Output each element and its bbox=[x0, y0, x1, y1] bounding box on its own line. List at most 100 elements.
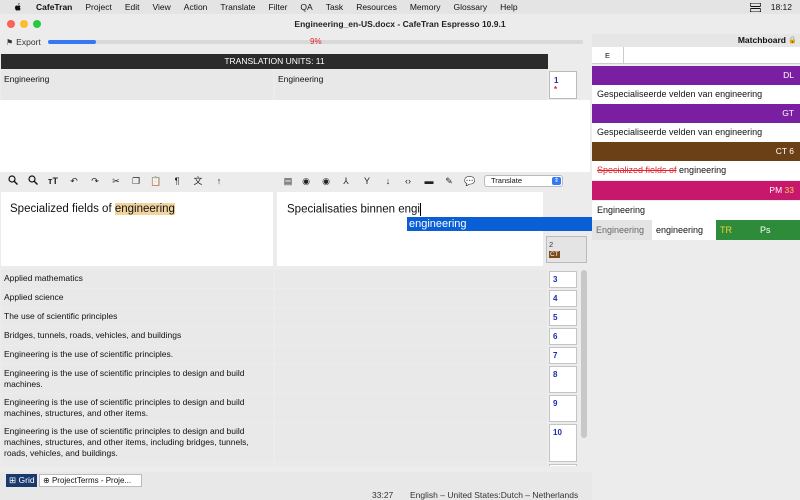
cut-icon[interactable]: ✂ bbox=[110, 175, 122, 187]
menu-memory[interactable]: Memory bbox=[410, 2, 441, 12]
row-number[interactable]: 11 bbox=[549, 464, 577, 466]
merge-icon[interactable]: ⅄ bbox=[340, 175, 352, 187]
chip-term[interactable]: Engineering bbox=[592, 220, 652, 240]
row-target-cell[interactable] bbox=[275, 308, 547, 326]
paste-icon[interactable]: 📋 bbox=[150, 175, 162, 187]
menu-translate[interactable]: Translate bbox=[220, 2, 255, 12]
pen-icon[interactable]: ✎ bbox=[443, 175, 455, 187]
grid-tab[interactable]: ⊞ Grid bbox=[6, 474, 37, 487]
row-number[interactable]: 9 bbox=[549, 395, 577, 422]
tu-number[interactable]: 1 * bbox=[549, 71, 577, 99]
row-source-cell[interactable]: Engineering is the use of scientific pri… bbox=[1, 346, 273, 364]
match-badge-ct[interactable]: CT 6 bbox=[592, 142, 800, 161]
grid-scrollbar[interactable] bbox=[581, 270, 587, 438]
current-row-number[interactable]: 2 CT bbox=[546, 236, 587, 263]
table-row[interactable]: The discipline of engineering encompasse… bbox=[1, 463, 548, 466]
task-select[interactable]: Translate ⇕ bbox=[484, 175, 563, 187]
minimize-window-button[interactable] bbox=[20, 20, 28, 28]
chip-ps[interactable]: Ps bbox=[756, 220, 800, 240]
row-target-cell[interactable] bbox=[275, 423, 547, 462]
menu-edit[interactable]: Edit bbox=[125, 2, 140, 12]
menu-filter[interactable]: Filter bbox=[269, 2, 288, 12]
zoom-out-icon[interactable] bbox=[27, 175, 39, 187]
row-number[interactable]: 6 bbox=[549, 328, 577, 345]
row-source-cell[interactable]: Applied science bbox=[1, 289, 273, 307]
row-number[interactable]: 8 bbox=[549, 366, 577, 393]
table-row[interactable]: Engineering is the use of scientific pri… bbox=[1, 346, 548, 364]
table-row[interactable]: Engineering is the use of scientific pri… bbox=[1, 423, 548, 462]
tu-source-cell[interactable]: Engineering bbox=[1, 70, 273, 100]
menu-help[interactable]: Help bbox=[500, 2, 517, 12]
arrow-down-icon[interactable]: ↓ bbox=[382, 175, 394, 187]
code-icon[interactable]: ‹› bbox=[402, 175, 414, 187]
match-text-gt[interactable]: Gespecialiseerde velden van engineering bbox=[592, 123, 800, 142]
redo-icon[interactable]: ↷ bbox=[89, 175, 101, 187]
comment-icon[interactable]: 💬 bbox=[464, 175, 476, 187]
table-row[interactable]: Engineering is the use of scientific pri… bbox=[1, 365, 548, 393]
chip-term-2[interactable]: engineering bbox=[652, 220, 716, 240]
menu-qa[interactable]: QA bbox=[300, 2, 312, 12]
matchboard-column-e[interactable]: E bbox=[592, 47, 624, 64]
pilcrow-icon[interactable]: ¶ bbox=[171, 175, 183, 187]
translate-icon[interactable]: 文 bbox=[192, 175, 204, 187]
close-window-button[interactable] bbox=[7, 20, 15, 28]
tu-target-cell[interactable]: Engineering bbox=[275, 70, 547, 100]
match-badge-gt[interactable]: GT bbox=[592, 104, 800, 123]
row-source-cell[interactable]: Applied mathematics bbox=[1, 270, 273, 288]
record-icon[interactable]: ◉ bbox=[300, 175, 312, 187]
menu-project[interactable]: Project bbox=[85, 2, 111, 12]
export-label[interactable]: Export bbox=[16, 37, 41, 47]
row-source-cell[interactable]: The discipline of engineering encompasse… bbox=[1, 463, 273, 466]
row-number[interactable]: 5 bbox=[549, 309, 577, 326]
zoom-in-icon[interactable] bbox=[7, 175, 19, 187]
row-target-cell[interactable] bbox=[275, 365, 547, 393]
row-target-cell[interactable] bbox=[275, 289, 547, 307]
table-row[interactable]: Bridges, tunnels, roads, vehicles, and b… bbox=[1, 327, 548, 345]
zoom-window-button[interactable] bbox=[33, 20, 41, 28]
arrow-up-icon[interactable]: ↑ bbox=[213, 175, 225, 187]
copy-icon[interactable]: ❐ bbox=[130, 175, 142, 187]
table-row[interactable]: Applied science bbox=[1, 289, 548, 307]
row-source-cell[interactable]: Bridges, tunnels, roads, vehicles, and b… bbox=[1, 327, 273, 345]
match-badge-pm[interactable]: PM 33 bbox=[592, 181, 800, 200]
chip-tr[interactable]: TR bbox=[716, 220, 756, 240]
table-row[interactable]: Applied mathematics bbox=[1, 270, 548, 288]
row-target-cell[interactable] bbox=[275, 327, 547, 345]
translation-unit-row[interactable]: Engineering Engineering bbox=[1, 70, 548, 100]
row-target-cell[interactable] bbox=[275, 394, 547, 422]
row-source-cell[interactable]: Engineering is the use of scientific pri… bbox=[1, 394, 273, 422]
menu-view[interactable]: View bbox=[153, 2, 171, 12]
project-terms-tab[interactable]: ⊕ ProjectTerms - Proje... bbox=[39, 474, 142, 487]
undo-icon[interactable]: ↶ bbox=[68, 175, 80, 187]
table-row[interactable]: The use of scientific principles bbox=[1, 308, 548, 326]
row-target-cell[interactable] bbox=[275, 346, 547, 364]
insert-icon[interactable]: ▤ bbox=[282, 175, 294, 187]
row-number[interactable]: 4 bbox=[549, 290, 577, 307]
menu-action[interactable]: Action bbox=[184, 2, 208, 12]
table-row[interactable]: Engineering is the use of scientific pri… bbox=[1, 394, 548, 422]
font-size-icon[interactable]: ᴛT bbox=[47, 175, 59, 187]
control-center-icon[interactable] bbox=[749, 2, 761, 12]
match-badge-dl[interactable]: DL bbox=[592, 66, 800, 85]
row-source-cell[interactable]: The use of scientific principles bbox=[1, 308, 273, 326]
row-target-cell[interactable] bbox=[275, 463, 547, 466]
match-text-ct[interactable]: Specialized fields of engineering bbox=[592, 161, 800, 180]
source-editor[interactable]: Specialized fields of engineering bbox=[1, 192, 273, 266]
lock-icon[interactable]: 🔒 bbox=[788, 34, 797, 47]
row-number[interactable]: 3 bbox=[549, 271, 577, 288]
row-source-cell[interactable]: Engineering is the use of scientific pri… bbox=[1, 423, 273, 462]
row-target-cell[interactable] bbox=[275, 270, 547, 288]
split-icon[interactable]: Y bbox=[361, 175, 373, 187]
menu-glossary[interactable]: Glossary bbox=[454, 2, 488, 12]
row-number[interactable]: 10 bbox=[549, 424, 577, 462]
row-source-cell[interactable]: Engineering is the use of scientific pri… bbox=[1, 365, 273, 393]
row-number[interactable]: 7 bbox=[549, 347, 577, 364]
menu-task[interactable]: Task bbox=[326, 2, 343, 12]
record-icon-2[interactable]: ◉ bbox=[320, 175, 332, 187]
apple-icon[interactable] bbox=[13, 2, 23, 12]
match-text-dl[interactable]: Gespecialiseerde velden van engineering bbox=[592, 85, 800, 104]
menu-resources[interactable]: Resources bbox=[356, 2, 397, 12]
menu-app-name[interactable]: CafeTran bbox=[36, 2, 72, 12]
match-text-pm[interactable]: Engineering bbox=[592, 201, 800, 220]
keyboard-icon[interactable]: ▬ bbox=[423, 175, 435, 187]
